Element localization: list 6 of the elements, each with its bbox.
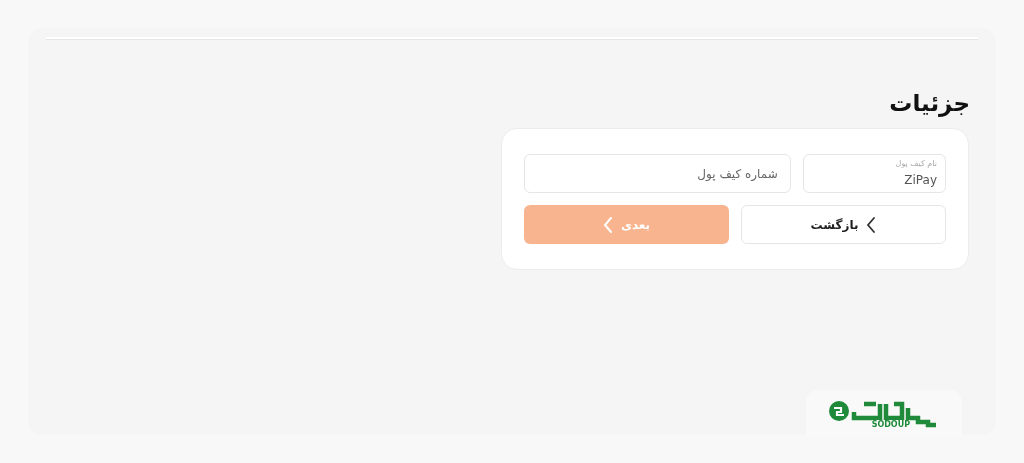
back-button[interactable]: بازگشت (741, 205, 946, 244)
wallet-number-field[interactable]: شماره کیف پول (524, 154, 791, 193)
chevron-left-icon (602, 216, 613, 233)
logo-caption: SODOUP (871, 420, 910, 429)
chevron-left-icon (866, 216, 877, 233)
page-title: جزئیات (889, 89, 970, 118)
